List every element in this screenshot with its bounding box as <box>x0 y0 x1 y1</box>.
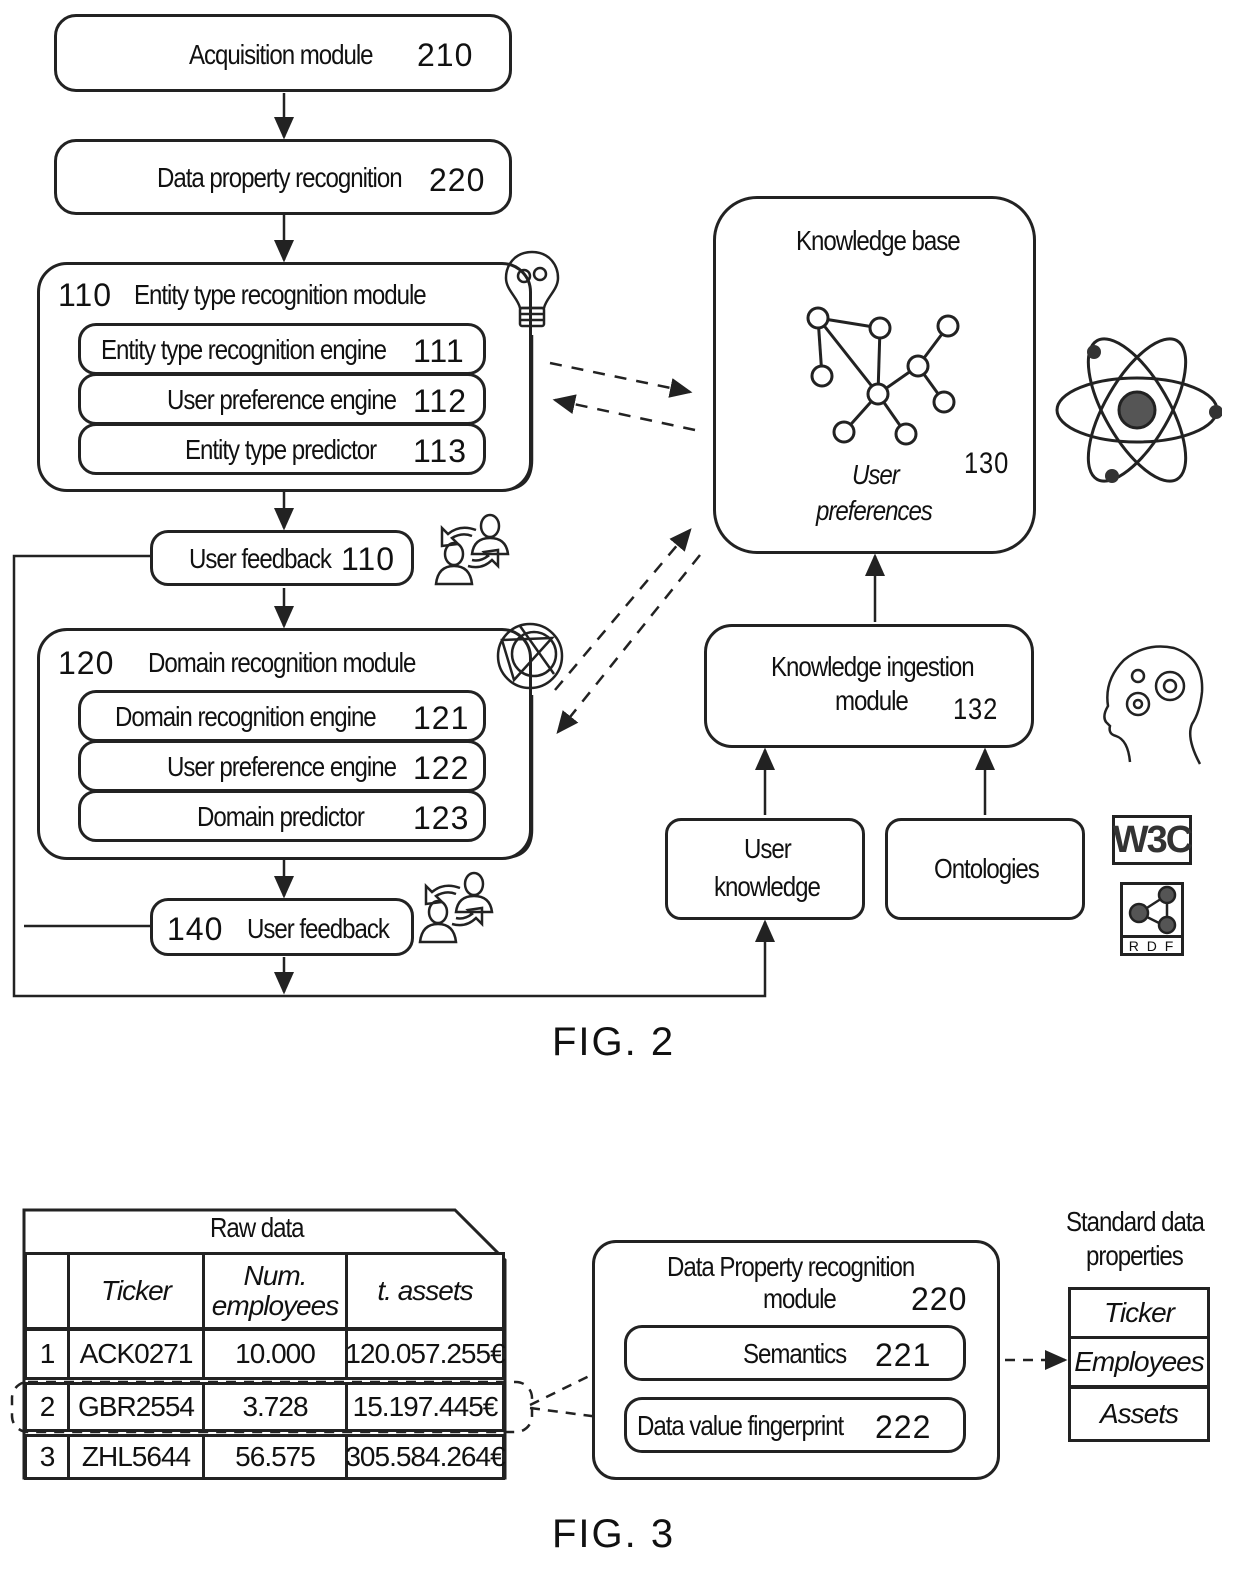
standard-title-line1: Standard data <box>1066 1206 1205 1237</box>
acquisition-module-box: Acquisition module 210 <box>54 14 512 92</box>
raw-header-employees-l2: employees <box>211 1290 339 1321</box>
raw-row-2-assets: 15.197.445€ <box>345 1382 505 1432</box>
lightbulb-gears-icon <box>504 250 560 328</box>
user-pref-engine-122-label: User preference engine <box>167 751 397 782</box>
users-exchange-icon-2 <box>418 871 494 944</box>
user-pref-engine-122-ref: 122 <box>413 750 470 786</box>
entity-type-predictor-113: Entity type predictor 113 <box>78 423 486 475</box>
entity-engine-111: Entity type recognition engine 111 <box>78 323 486 375</box>
knowledge-ingestion-module: Knowledge ingestion module 132 <box>704 624 1034 748</box>
user-preference-engine-112: User preference engine 112 <box>78 373 486 425</box>
domain-engine-label: Domain recognition engine <box>115 701 377 732</box>
domain-predictor-label: Domain predictor <box>197 801 365 832</box>
users-exchange-icon <box>434 513 510 586</box>
entity-predictor-label: Entity type predictor <box>185 434 377 465</box>
raw-header-assets: t. assets <box>345 1252 505 1330</box>
semantics-221: Semantics 221 <box>624 1325 966 1381</box>
dpr-ref: 220 <box>911 1281 968 1317</box>
kb-subtitle-line2: preferences <box>816 495 933 526</box>
domain-engine-ref: 121 <box>413 700 470 736</box>
domain-module-ref: 120 <box>58 645 115 681</box>
raw-row-3-employees: 56.575 <box>202 1434 348 1480</box>
standard-item-employees: Employees <box>1068 1336 1210 1388</box>
standard-item-assets: Assets <box>1068 1386 1210 1442</box>
semantics-label: Semantics <box>743 1338 847 1369</box>
domain-predictor-123: Domain predictor 123 <box>78 790 486 842</box>
data-property-recognition-ref: 220 <box>429 162 486 198</box>
rdf-graph-icon <box>1128 885 1177 935</box>
raw-row-1-ticker: ACK0271 <box>67 1328 205 1380</box>
dashed-arrow-kb-to-domain <box>556 554 701 734</box>
dpr-line1: Data Property recognition <box>667 1251 915 1282</box>
entity-engine-label: Entity type recognition engine <box>101 334 387 365</box>
data-property-recognition-box: Data property recognition 220 <box>54 139 512 215</box>
user-feedback-140: 140 User feedback <box>150 898 414 956</box>
raw-header-employees: Num. employees <box>202 1252 348 1330</box>
domain-module-label: Domain recognition module <box>148 647 416 678</box>
dashed-arrow-to-kb <box>549 361 693 398</box>
globe-network-icon <box>496 622 564 690</box>
kb-subtitle-line1: User <box>852 459 900 490</box>
raw-row-3-ticker: ZHL5644 <box>67 1434 205 1480</box>
ingestion-line2: module <box>835 685 909 716</box>
raw-row-3-index: 3 <box>24 1434 70 1480</box>
raw-row-2-ticker: GBR2554 <box>67 1382 205 1432</box>
w3c-logo-text: W3C <box>1112 818 1193 861</box>
rdf-logo-text: R D F <box>1123 935 1181 954</box>
user-feedback-110: User feedback 110 <box>150 530 414 586</box>
domain-engine-121: Domain recognition engine 121 <box>78 690 486 742</box>
dashed-arrow-domain-to-kb <box>554 528 692 691</box>
user-feedback-110-ref: 110 <box>341 541 396 577</box>
raw-header-employees-l1: Num. <box>243 1260 308 1291</box>
dashed-arrow-from-kb <box>552 394 696 432</box>
domain-predictor-ref: 123 <box>413 800 470 836</box>
rdf-logo: R D F <box>1120 882 1184 956</box>
raw-data-title: Raw data <box>210 1212 305 1243</box>
data-property-recognition-label: Data property recognition <box>157 162 403 193</box>
raw-header-ticker: Ticker <box>67 1252 205 1330</box>
entity-engine-ref: 111 <box>413 333 465 369</box>
user-feedback-110-label: User feedback <box>189 543 332 574</box>
raw-header-index <box>24 1252 70 1330</box>
raw-row-1-assets: 120.057.255€ <box>345 1328 506 1380</box>
fingerprint-label: Data value fingerprint <box>637 1410 844 1441</box>
knowledge-base-title: Knowledge base <box>796 225 961 256</box>
user-pref-engine-112-ref: 112 <box>413 383 468 419</box>
ingestion-line1: Knowledge ingestion <box>771 651 975 682</box>
acquisition-module-ref: 210 <box>417 37 474 73</box>
semantics-ref: 221 <box>875 1337 932 1373</box>
acquisition-module-label: Acquisition module <box>189 39 374 70</box>
head-gears-icon <box>1103 645 1204 765</box>
user-knowledge-line2: knowledge <box>714 871 821 902</box>
fig3-caption: FIG. 3 <box>552 1512 676 1556</box>
user-knowledge-box: User knowledge <box>665 818 865 920</box>
user-pref-engine-112-label: User preference engine <box>167 384 397 415</box>
raw-row-2-employees: 3.728 <box>202 1382 348 1432</box>
entity-module-ref: 110 <box>58 277 113 313</box>
ingestion-ref: 132 <box>953 693 999 726</box>
user-feedback-140-ref: 140 <box>167 911 224 947</box>
standard-title-line2: properties <box>1086 1240 1184 1271</box>
entity-module-label: Entity type recognition module <box>134 279 427 310</box>
raw-row-2-index: 2 <box>24 1382 70 1432</box>
entity-predictor-ref: 113 <box>413 433 468 469</box>
user-feedback-140-label: User feedback <box>247 913 390 944</box>
dpr-line2: module <box>763 1283 837 1314</box>
data-value-fingerprint-222: Data value fingerprint 222 <box>624 1397 966 1453</box>
user-preference-engine-122: User preference engine 122 <box>78 740 486 792</box>
fingerprint-ref: 222 <box>875 1409 932 1445</box>
ontologies-label: Ontologies <box>934 853 1040 884</box>
knowledge-graph-icon <box>806 306 960 446</box>
raw-row-1-index: 1 <box>24 1328 70 1380</box>
raw-row-1-employees: 10.000 <box>202 1328 348 1380</box>
atom-globe-icon <box>1055 337 1222 483</box>
raw-row-3-assets: 305.584.264€ <box>345 1434 506 1480</box>
user-knowledge-line1: User <box>744 833 792 864</box>
w3c-logo: W3C <box>1112 815 1193 865</box>
standard-item-ticker: Ticker <box>1068 1287 1210 1339</box>
knowledge-base-ref: 130 <box>964 447 1010 480</box>
fig2-caption: FIG. 2 <box>552 1020 676 1064</box>
ontologies-box: Ontologies <box>885 818 1085 920</box>
